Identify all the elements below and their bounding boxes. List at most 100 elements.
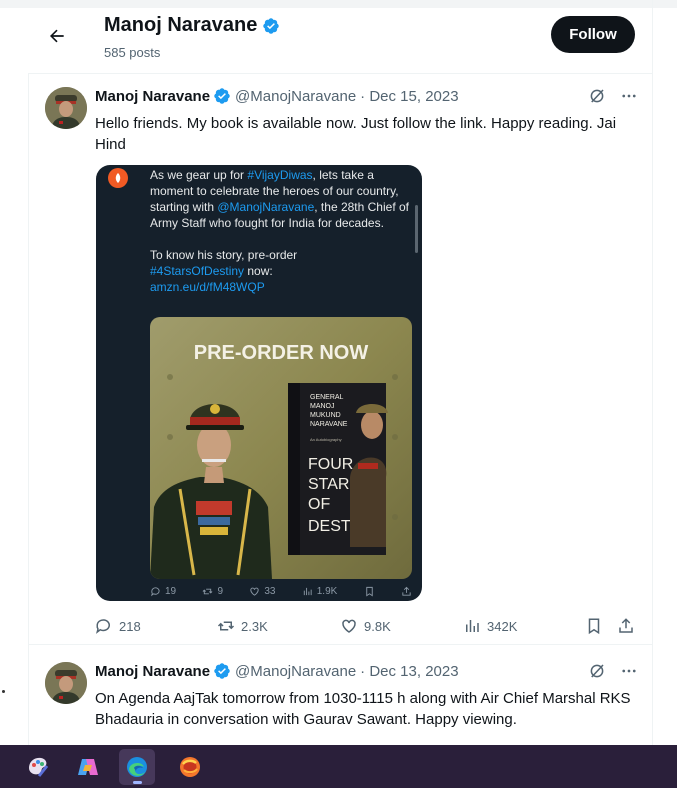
- grok-icon[interactable]: [588, 87, 606, 105]
- media-caption-text: To know his story, pre-order: [150, 248, 298, 262]
- taskbar-item-edge[interactable]: [119, 749, 155, 785]
- reply-count: 218: [119, 618, 141, 634]
- book-poster-graphic: PRE-ORDER NOW GENERAL MANOJ MUKUND NARAV…: [150, 317, 412, 579]
- back-arrow-icon: [50, 29, 64, 43]
- tweet-date[interactable]: · Dec 13, 2023: [360, 663, 458, 680]
- media-views: 1.9K: [302, 586, 338, 597]
- media-bookmark: [364, 586, 375, 597]
- edge-dot: [2, 690, 5, 693]
- tweet-header-actions: [588, 662, 638, 680]
- media-hashtag: #VijayDiwas: [247, 168, 313, 182]
- profile-name-text: Manoj Naravane: [104, 14, 258, 36]
- media-link: amzn.eu/d/fM48WQP: [150, 280, 265, 294]
- repost-icon: [217, 621, 235, 631]
- media-caption-text: now:: [244, 264, 273, 278]
- avatar[interactable]: [45, 662, 87, 704]
- reply-icon: [96, 619, 110, 634]
- tweet-action-bar: 218 2.3K 9.8K 342K: [95, 617, 640, 637]
- grok-icon[interactable]: [588, 662, 606, 680]
- media-mention: @ManojNaravane: [217, 200, 315, 214]
- tweet-date[interactable]: · Dec 15, 2023: [360, 88, 458, 105]
- bookmark-button[interactable]: [585, 617, 603, 635]
- tweet[interactable]: Manoj Naravane @ManojNaravane · Dec 15, …: [28, 75, 652, 645]
- author-handle[interactable]: @ManojNaravane: [235, 88, 356, 105]
- book-author-line: MUKUND: [310, 412, 341, 419]
- views-icon: [303, 587, 312, 596]
- repost-button[interactable]: 2.3K: [217, 617, 268, 635]
- tweet-text: On Agenda AajTak tomorrow from 1030-1115…: [95, 690, 631, 728]
- verified-badge-icon: [214, 88, 230, 104]
- heart-icon: [250, 587, 259, 596]
- author-name[interactable]: Manoj Naravane: [95, 663, 210, 680]
- column-border-right: [652, 0, 653, 745]
- verified-badge-icon: [263, 17, 280, 34]
- back-button[interactable]: [42, 21, 72, 51]
- taskbar-item-firefox[interactable]: [172, 749, 208, 785]
- media-scrollbar: [415, 205, 418, 253]
- media-caption: As we gear up for #VijayDiwas, lets take…: [150, 167, 410, 295]
- media-reposts: 9: [202, 586, 223, 597]
- poster-title: PRE-ORDER NOW: [194, 342, 369, 364]
- avatar-portrait-icon: [45, 87, 87, 129]
- media-caption-text: As we gear up for: [150, 168, 248, 182]
- book-title-line: FOUR: [308, 456, 353, 473]
- window-top-strip: [0, 0, 677, 8]
- reply-button[interactable]: 218: [95, 617, 141, 635]
- media-likes: 33: [249, 586, 275, 597]
- taskbar-item-copilot[interactable]: [70, 749, 106, 785]
- media-replies-count: 19: [165, 586, 177, 597]
- book-author-line: MANOJ: [310, 403, 335, 410]
- like-button[interactable]: 9.8K: [340, 617, 391, 635]
- book-author-line: NARAVANE: [310, 421, 348, 428]
- more-options-icon[interactable]: [620, 87, 638, 105]
- media-views-count: 1.9K: [316, 586, 338, 597]
- author-handle[interactable]: @ManojNaravane: [235, 663, 356, 680]
- media-likes-count: 33: [264, 586, 276, 597]
- repost-count: 2.3K: [241, 618, 268, 634]
- tweet-text: Hello friends. My book is available now.…: [95, 115, 617, 153]
- like-count: 9.8K: [364, 618, 391, 634]
- book-title-line: OF: [308, 496, 330, 513]
- book-poster: PRE-ORDER NOW GENERAL MANOJ MUKUND NARAV…: [150, 317, 412, 579]
- profile-name: Manoj Naravane: [104, 14, 280, 37]
- more-options-icon[interactable]: [620, 662, 638, 680]
- tweet-header: Manoj Naravane @ManojNaravane · Dec 15, …: [95, 87, 459, 105]
- active-indicator: [133, 781, 142, 784]
- verified-badge-icon: [214, 663, 230, 679]
- share-button[interactable]: [617, 617, 635, 635]
- paint-app-icon: [29, 757, 49, 777]
- media-stats-bar: 19 9 33 1.9K: [150, 586, 412, 597]
- book-subtitle: An Autobiography: [310, 437, 342, 442]
- edge-browser-icon: [127, 757, 147, 777]
- publisher-logo-icon: [108, 168, 128, 188]
- tweet[interactable]: Manoj Naravane @ManojNaravane · Dec 13, …: [28, 650, 652, 745]
- bookmark-icon: [365, 586, 373, 597]
- media-reposts-count: 9: [217, 586, 223, 597]
- views-button[interactable]: 342K: [463, 617, 517, 635]
- os-taskbar: [0, 745, 677, 788]
- media-hashtag: #4StarsOfDestiny: [150, 264, 245, 278]
- views-icon: [466, 620, 479, 632]
- author-name[interactable]: Manoj Naravane: [95, 88, 210, 105]
- follow-button[interactable]: Follow: [551, 16, 635, 53]
- reply-icon: [151, 587, 160, 597]
- avatar[interactable]: [45, 87, 87, 129]
- media-share: [401, 586, 412, 597]
- tweet-header-actions: [588, 87, 638, 105]
- tweet-header: Manoj Naravane @ManojNaravane · Dec 13, …: [95, 662, 459, 680]
- taskbar-item-paint[interactable]: [20, 749, 56, 785]
- repost-icon: [203, 588, 213, 595]
- book-author-line: GENERAL: [310, 394, 344, 401]
- share-icon: [402, 586, 411, 596]
- views-count: 342K: [487, 618, 518, 634]
- share-icon: [619, 618, 633, 633]
- media-replies: 19: [150, 586, 176, 597]
- post-count: 585 posts: [104, 45, 161, 60]
- browser-viewport: Manoj Naravane 585 posts Follow Manoj Na…: [0, 0, 677, 745]
- profile-header: Manoj Naravane 585 posts Follow: [28, 8, 652, 74]
- bookmark-icon: [588, 618, 600, 635]
- heart-icon: [342, 619, 356, 633]
- tweet-media-image[interactable]: As we gear up for #VijayDiwas, lets take…: [96, 165, 422, 601]
- avatar-portrait-icon: [45, 662, 87, 704]
- copilot-icon: [78, 759, 98, 775]
